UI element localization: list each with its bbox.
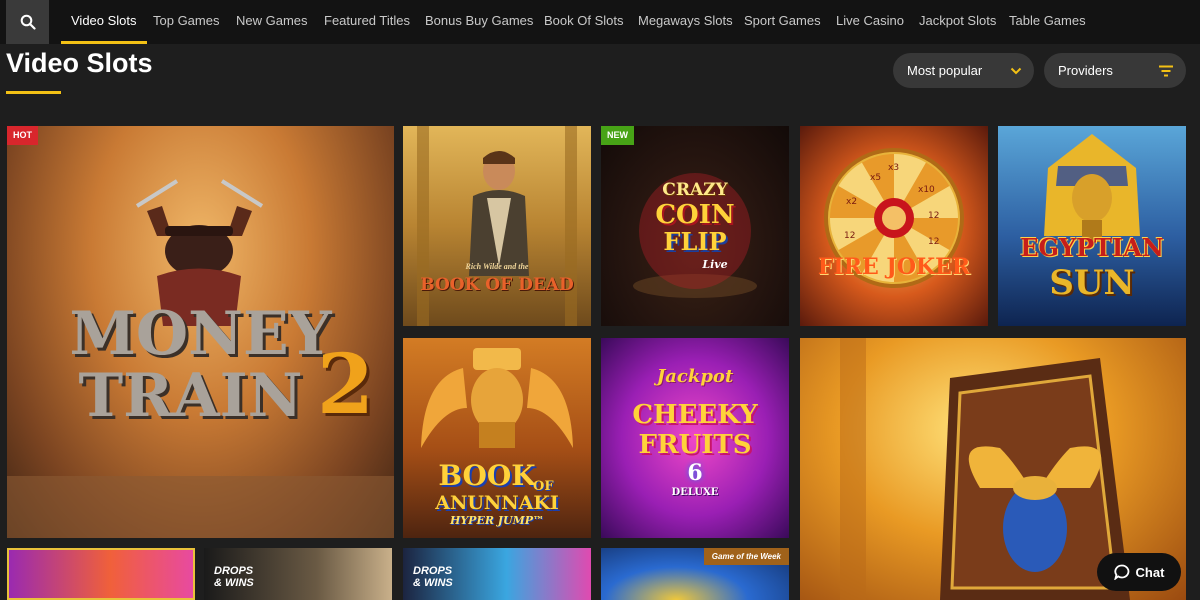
tab-video-slots[interactable]: Video Slots bbox=[61, 0, 146, 44]
wheel-label: x10 bbox=[918, 185, 935, 195]
chevron-down-icon bbox=[1010, 53, 1022, 88]
tab-bonus-buy-games[interactable]: Bonus Buy Games bbox=[425, 0, 533, 44]
game-tile-bottom-1[interactable] bbox=[7, 548, 195, 600]
game-tile-cheeky-fruits[interactable]: Jackpot Cheeky Fruits 6 Deluxe bbox=[601, 338, 789, 538]
game-tile-egyptian-sun[interactable]: Egyptian Sun bbox=[998, 126, 1186, 326]
wheel-label: x3 bbox=[888, 163, 899, 173]
game-title-line-2: Sun bbox=[1049, 263, 1135, 303]
tab-top-games[interactable]: Top Games bbox=[153, 0, 219, 44]
wheel-label: x2 bbox=[846, 197, 857, 207]
game-of-the-week-badge: Game of the Week bbox=[703, 548, 789, 565]
drops-and-wins-badge: Drops & Wins bbox=[413, 565, 453, 589]
search-button[interactable] bbox=[6, 0, 49, 44]
game-title-line-3: Flip bbox=[663, 227, 727, 256]
game-title-numeral: 2 bbox=[317, 337, 375, 433]
game-tile-bottom-3[interactable]: Drops & Wins bbox=[403, 548, 591, 600]
wheel-label: 12 bbox=[928, 237, 939, 247]
game-title-line-1: Crazy bbox=[662, 180, 728, 200]
top-navigation: Video Slots Top Games New Games Featured… bbox=[0, 0, 1200, 44]
drops-label-1: Drops bbox=[214, 565, 254, 577]
game-title: Fire Joker bbox=[817, 254, 971, 280]
game-title-edition: Deluxe bbox=[671, 487, 719, 498]
filter-icon bbox=[1158, 53, 1174, 88]
game-title-line-2: Coin bbox=[655, 200, 735, 230]
prize-wheel-illustration: x5 x3 x10 12 x2 12 12 bbox=[824, 148, 964, 288]
tab-featured-titles[interactable]: Featured Titles bbox=[324, 0, 410, 44]
sort-dropdown[interactable]: Most popular bbox=[893, 53, 1034, 88]
providers-dropdown[interactable]: Providers bbox=[1044, 53, 1186, 88]
game-tile-book-of-anunnaki[interactable]: Book of Anunnaki Hyper Jump™ bbox=[403, 338, 591, 538]
drops-and-wins-badge: Drops & Wins bbox=[214, 565, 254, 589]
tab-new-games[interactable]: New Games bbox=[236, 0, 308, 44]
drops-label-2: & Wins bbox=[214, 576, 254, 589]
tab-jackpot-slots[interactable]: Jackpot Slots bbox=[919, 0, 996, 44]
wheel-label: 12 bbox=[928, 211, 939, 221]
game-title-line-1: Cheeky bbox=[632, 400, 758, 430]
wheel-label: 12 bbox=[844, 231, 855, 241]
game-title-line-2: Fruits bbox=[638, 430, 752, 460]
chat-bubble-icon bbox=[1113, 564, 1129, 580]
chat-button-label: Chat bbox=[1135, 564, 1165, 580]
title-underline bbox=[6, 91, 61, 94]
game-tile-crazy-coin-flip[interactable]: Crazy Coin Flip Live NEW bbox=[601, 126, 789, 326]
game-art bbox=[9, 550, 193, 598]
page-title: Video Slots bbox=[6, 48, 153, 78]
tab-sport-games[interactable]: Sport Games bbox=[744, 0, 821, 44]
game-tile-book-of-dead[interactable]: Rich Wilde and the Book of Dead bbox=[403, 126, 591, 326]
game-title-number: 6 bbox=[687, 460, 703, 486]
game-title-suffix: Live bbox=[702, 258, 728, 271]
tab-megaways-slots[interactable]: Megaways Slots bbox=[638, 0, 733, 44]
hot-badge: HOT bbox=[7, 126, 38, 145]
game-title-line-1: Egyptian bbox=[1020, 233, 1164, 262]
game-title-line-1: Book bbox=[438, 459, 536, 492]
providers-dropdown-label: Providers bbox=[1058, 63, 1113, 78]
chat-button[interactable]: Chat bbox=[1097, 553, 1181, 591]
explorer-figure-illustration bbox=[417, 126, 577, 326]
sort-dropdown-label: Most popular bbox=[907, 63, 983, 78]
search-icon bbox=[20, 14, 36, 30]
game-brand: Rich Wilde and the bbox=[465, 262, 529, 271]
game-tile-fire-joker[interactable]: x5 x3 x10 12 x2 12 12 Fire Joker bbox=[800, 126, 988, 326]
tab-live-casino[interactable]: Live Casino bbox=[836, 0, 904, 44]
tab-book-of-slots[interactable]: Book Of Slots bbox=[544, 0, 623, 44]
game-title: Book of Dead bbox=[420, 275, 574, 295]
wheel-label: x5 bbox=[870, 173, 881, 183]
game-title-line-3: Hyper Jump™ bbox=[449, 514, 545, 527]
game-tile-bottom-2[interactable]: Drops & Wins bbox=[204, 548, 392, 600]
tab-table-games[interactable]: Table Games bbox=[1009, 0, 1086, 44]
new-badge: NEW bbox=[601, 126, 634, 145]
game-jackpot-label: Jackpot bbox=[656, 366, 734, 387]
game-tile-money-train-2[interactable]: Money Train 2 HOT bbox=[7, 126, 394, 538]
game-tile-bottom-4[interactable]: Game of the Week bbox=[601, 548, 789, 600]
drops-label-2: & Wins bbox=[413, 576, 453, 589]
game-title-line-2: Anunnaki bbox=[435, 492, 559, 514]
drops-label-1: Drops bbox=[413, 565, 453, 577]
